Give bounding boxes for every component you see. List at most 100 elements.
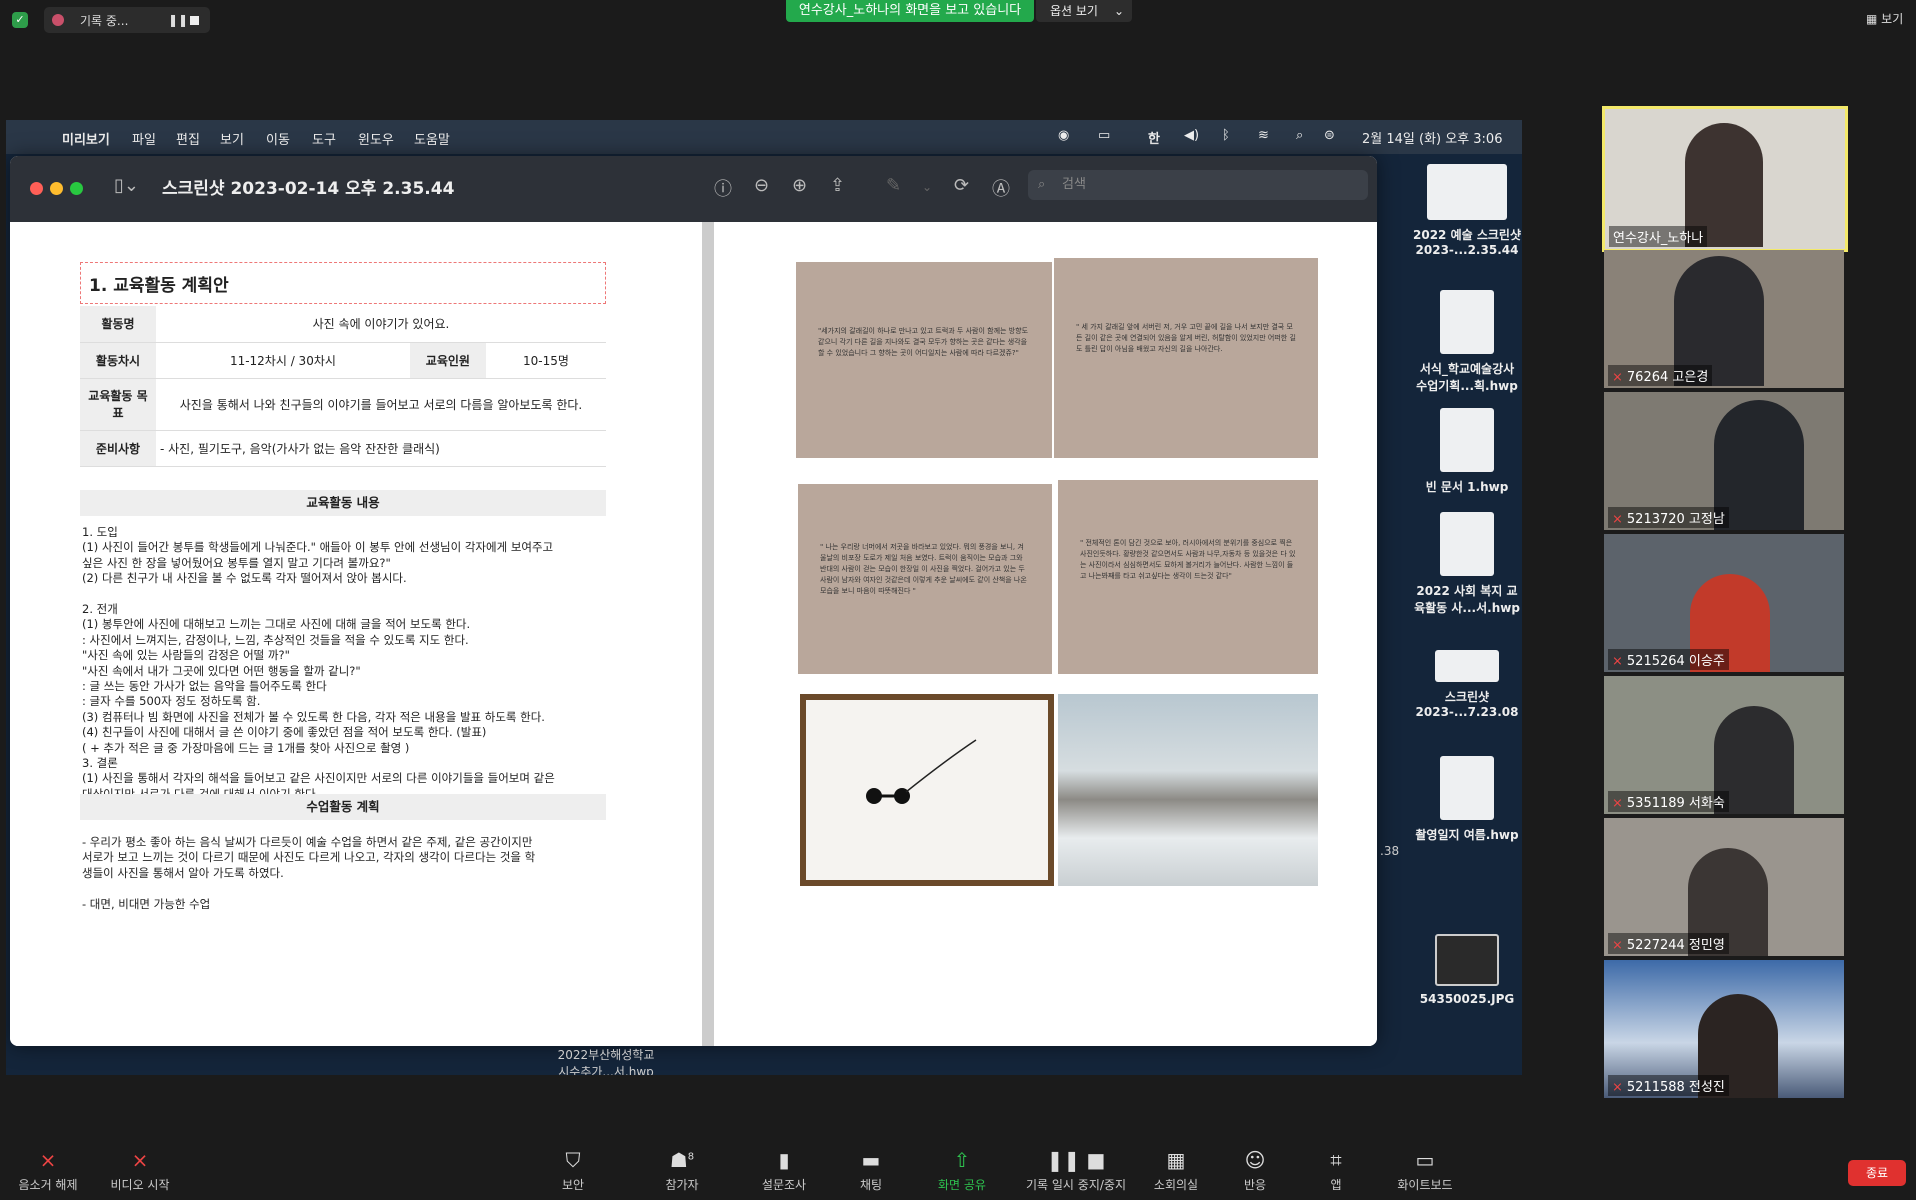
sidebar-icon[interactable]: ▯⌄ <box>114 175 139 196</box>
participant-tile[interactable]: ⨯ 5227244 정민영 <box>1604 818 1844 956</box>
row-label: 준비사항 <box>80 430 156 467</box>
hwp-file-icon <box>1440 290 1494 354</box>
photo-text-card: " 나는 우리랑 너머에서 저곳을 바라보고 있었다. 뭐의 풍경을 보니, 겨… <box>798 484 1052 674</box>
wifi-icon[interactable]: ≋ <box>1258 128 1269 143</box>
participants-button[interactable]: ☗8 참가자 <box>652 1148 712 1193</box>
photo-snow-road <box>1058 694 1318 886</box>
desktop-icon-label: 2022 사회 복지 교 육활동 사...서.hwp <box>1414 584 1520 615</box>
desktop-icon[interactable]: 촬영일지 여름.hwp <box>1412 756 1522 843</box>
content-line: "사진 속에서 내가 그곳에 있다면 어떤 행동을 할까 같니?" <box>82 663 361 678</box>
desktop-icon[interactable]: 스크린샷 2023-...7.23.08 <box>1412 650 1522 719</box>
creative-cloud-icon[interactable]: ◉ <box>1058 128 1069 143</box>
desktop-icon[interactable]: 2022 사회 복지 교 육활동 사...서.hwp <box>1412 512 1522 616</box>
desktop-icon[interactable]: 2022 예술 스크린샷 2023-...2.35.44 <box>1412 164 1522 257</box>
participant-tile[interactable]: ⨯ 5213720 고정남 <box>1604 392 1844 530</box>
search-input[interactable]: ⌕ 검색 <box>1028 170 1368 200</box>
lesson-plan-document: 1. 교육활동 계획안 활동명 사진 속에 이야기가 있어요. 활동차시 11-… <box>80 262 610 1046</box>
shield-icon[interactable]: ✓ <box>12 12 28 28</box>
end-meeting-button[interactable]: 종료 <box>1848 1160 1906 1186</box>
row-value: 사진 속에 이야기가 있어요. <box>156 306 606 343</box>
volume-icon[interactable]: ◀) <box>1184 128 1199 143</box>
share-screen-button[interactable]: ⇧ 화면 공유 <box>930 1148 994 1193</box>
menu-edit[interactable]: 편집 <box>176 129 200 148</box>
participant-name: ⨯ 5215264 이승주 <box>1608 649 1729 670</box>
participant-tile[interactable]: ⨯ 76264 고은경 <box>1604 250 1844 388</box>
security-button[interactable]: ⛉ 보안 <box>548 1148 598 1193</box>
markup-chevron-icon[interactable]: ⌄ <box>922 180 932 194</box>
participant-name-text: 5227244 정민영 <box>1626 938 1725 953</box>
menu-app[interactable]: 미리보기 <box>62 129 110 148</box>
row-label: 활동명 <box>80 306 156 343</box>
participant-tile[interactable]: ⨯ 5215264 이승주 <box>1604 534 1844 672</box>
zoom-in-icon[interactable]: ⊕ <box>792 175 807 196</box>
plan-table: 활동명 사진 속에 이야기가 있어요. 활동차시 11-12차시 / 30차시 … <box>80 306 606 467</box>
unmute-label: 음소거 해제 <box>18 1178 78 1192</box>
menu-file[interactable]: 파일 <box>132 129 156 148</box>
hwp-file-icon <box>1440 756 1494 820</box>
desktop-icon[interactable]: 54350025.JPG <box>1412 934 1522 1006</box>
menu-tools[interactable]: 도구 <box>312 129 336 148</box>
zoom-icon[interactable] <box>70 182 83 195</box>
participant-tile[interactable]: ⨯ 5351189 서화숙 <box>1604 676 1844 814</box>
menu-window[interactable]: 윈도우 <box>358 129 394 148</box>
menu-view[interactable]: 보기 <box>220 129 244 148</box>
spotlight-icon[interactable]: ⌕ <box>1296 128 1303 143</box>
security-label: 보안 <box>561 1178 585 1192</box>
desktop-icon[interactable]: 빈 문서 1.hwp <box>1412 408 1522 495</box>
menu-help[interactable]: 도움말 <box>414 129 450 148</box>
view-button-label: 보기 <box>1881 12 1904 26</box>
input-method[interactable]: 한 <box>1148 128 1160 147</box>
battery-icon[interactable]: ▭ <box>1098 128 1110 143</box>
pause-stop-recording-button[interactable]: ❚❚ ■ 기록 일시 중지/중지 <box>1016 1148 1136 1193</box>
plan-line: - 대면, 비대면 가능한 수업 <box>82 896 211 911</box>
participant-name-text: 5211588 전성진 <box>1626 1080 1725 1095</box>
breakout-rooms-label: 소회의실 <box>1153 1178 1199 1192</box>
screenshot-thumbnail-icon <box>1435 650 1499 682</box>
zoom-out-icon[interactable]: ⊖ <box>754 175 769 196</box>
zoom-bottom-bar: ⨯ 음소거 해제 ⨯ 비디오 시작 ⛉ 보안 ☗8 참가자 ▮ 설문조사 ▬ 채팅 ⇧ 화면 … <box>0 1130 1916 1200</box>
participant-name: ⨯ 5351189 서화숙 <box>1608 791 1729 812</box>
start-video-label: 비디오 시작 <box>110 1178 170 1192</box>
row-label: 교육인원 <box>409 342 486 379</box>
markup-icon[interactable]: ✎ <box>886 175 901 196</box>
pause-stop-icon: ❚❚ ■ <box>1046 1148 1106 1172</box>
content-line: (1) 봉투안에 사진에 대해보고 느끼는 그대로 사진에 대해 글을 적어 보… <box>82 617 471 632</box>
desktop-icon-label: 촬영일지 여름.hwp <box>1415 828 1519 842</box>
desktop-icon[interactable]: 서식_학교예술강사 수업기획...획.hwp <box>1412 290 1522 394</box>
participants-label: 참가자 <box>665 1178 699 1192</box>
share-icon[interactable]: ⇪ <box>830 175 845 196</box>
stop-icon[interactable] <box>190 16 199 25</box>
breakout-rooms-button[interactable]: ▦ 소회의실 <box>1146 1148 1206 1193</box>
minimize-icon[interactable] <box>50 182 63 195</box>
search-placeholder: 검색 <box>1062 177 1086 192</box>
control-center-icon[interactable]: ⊜ <box>1324 128 1335 143</box>
apps-button[interactable]: ⌗ 앱 <box>1318 1148 1354 1193</box>
desktop-side-label: .38 <box>1380 844 1400 858</box>
unmute-button[interactable]: ⨯ 음소거 해제 <box>10 1148 86 1193</box>
rotate-icon[interactable]: ⟳ <box>954 175 969 196</box>
start-video-button[interactable]: ⨯ 비디오 시작 <box>100 1148 180 1193</box>
mic-muted-icon: ⨯ <box>39 1148 57 1172</box>
participant-tile-active-speaker[interactable]: 연수강사_노하나 <box>1602 106 1848 252</box>
bluetooth-icon[interactable]: ᛒ <box>1222 128 1230 143</box>
close-icon[interactable] <box>30 182 43 195</box>
whiteboard-button[interactable]: ▭ 화이트보드 <box>1390 1148 1460 1193</box>
reactions-button[interactable]: ☺ 반응 <box>1232 1148 1278 1193</box>
annotate-icon[interactable]: Ⓐ <box>992 175 1010 201</box>
polls-button[interactable]: ▮ 설문조사 <box>754 1148 814 1193</box>
content-line: (3) 컴퓨터나 빔 화면에 사진을 전체가 볼 수 있도록 한 다음, 각자 … <box>82 709 545 724</box>
hwp-file-icon <box>1440 408 1494 472</box>
content-line: (4) 친구들이 사진에 대해서 글 쓴 이야기 중에 좋았던 점을 적어 보도… <box>82 725 487 740</box>
view-button[interactable]: ▦ 보기 <box>1866 10 1903 27</box>
view-options-button[interactable]: 옵션 보기 ⌄ <box>1036 0 1132 22</box>
view-options-label: 옵션 보기 <box>1050 4 1098 18</box>
info-icon[interactable]: ⓘ <box>714 175 732 201</box>
photo-document: "세가지의 갈래길이 하나로 만나고 있고 트럭과 두 사람이 함께는 방향도 … <box>796 258 1318 1046</box>
pause-icon[interactable]: ❚❚ <box>168 13 188 27</box>
participant-tile[interactable]: ⨯ 5211588 전성진 <box>1604 960 1844 1098</box>
menu-go[interactable]: 이동 <box>266 129 290 148</box>
chat-button[interactable]: ▬ 채팅 <box>846 1148 896 1193</box>
participant-name: ⨯ 5213720 고정남 <box>1608 507 1729 528</box>
mic-muted-icon: ⨯ <box>1612 1080 1623 1095</box>
content-header: 교육활동 내용 <box>80 490 606 516</box>
